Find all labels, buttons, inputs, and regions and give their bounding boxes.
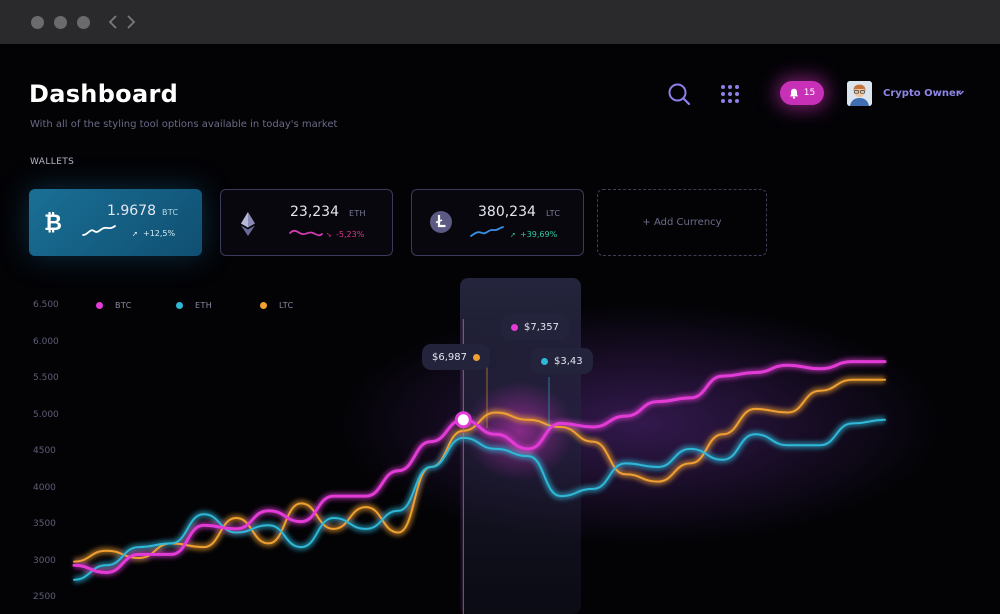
tooltip-ltc: $6,987 [422, 344, 490, 370]
legend-item-btc[interactable]: BTC [96, 301, 132, 310]
tooltip-value: $3,43 [554, 355, 583, 367]
y-axis-tick: 5.000 [33, 410, 59, 420]
legend-dot-ltc [260, 302, 267, 309]
window-titlebar [0, 0, 1000, 44]
tooltip-eth: $3,43 [531, 348, 593, 374]
legend-dot-eth [176, 302, 183, 309]
legend-item-eth[interactable]: ETH [176, 301, 212, 310]
dashboard-app: Dashboard With all of the styling tool o… [0, 44, 1000, 614]
y-axis-tick: 3000 [33, 556, 56, 566]
forward-arrow-icon[interactable] [126, 14, 136, 30]
y-axis-tick: 4000 [33, 483, 56, 493]
y-axis-tick: 3500 [33, 519, 56, 529]
y-axis-tick: 5.500 [33, 373, 59, 383]
window-close-button[interactable] [31, 16, 44, 29]
tooltip-dot-eth [541, 357, 548, 365]
y-axis-tick: 6.500 [33, 300, 59, 310]
y-axis-tick: 4500 [33, 446, 56, 456]
window-maximize-button[interactable] [77, 16, 90, 29]
legend-item-ltc[interactable]: LTC [260, 301, 294, 310]
legend-dot-btc [96, 302, 103, 309]
tooltip-dot-btc [511, 323, 518, 331]
tooltip-dot-ltc [473, 353, 480, 361]
y-axis-tick: 6.000 [33, 337, 59, 347]
price-chart [72, 278, 940, 614]
y-axis-tick: 2500 [33, 592, 56, 602]
highlight-point[interactable] [454, 411, 472, 429]
legend-label: ETH [195, 301, 213, 310]
back-arrow-icon[interactable] [108, 14, 118, 30]
tooltip-value: $7,357 [524, 321, 559, 333]
tooltip-value: $6,987 [432, 351, 467, 363]
legend-label: BTC [115, 301, 132, 310]
tooltip-btc: $7,357 [501, 314, 569, 340]
window-minimize-button[interactable] [54, 16, 67, 29]
legend-label: LTC [279, 301, 294, 310]
